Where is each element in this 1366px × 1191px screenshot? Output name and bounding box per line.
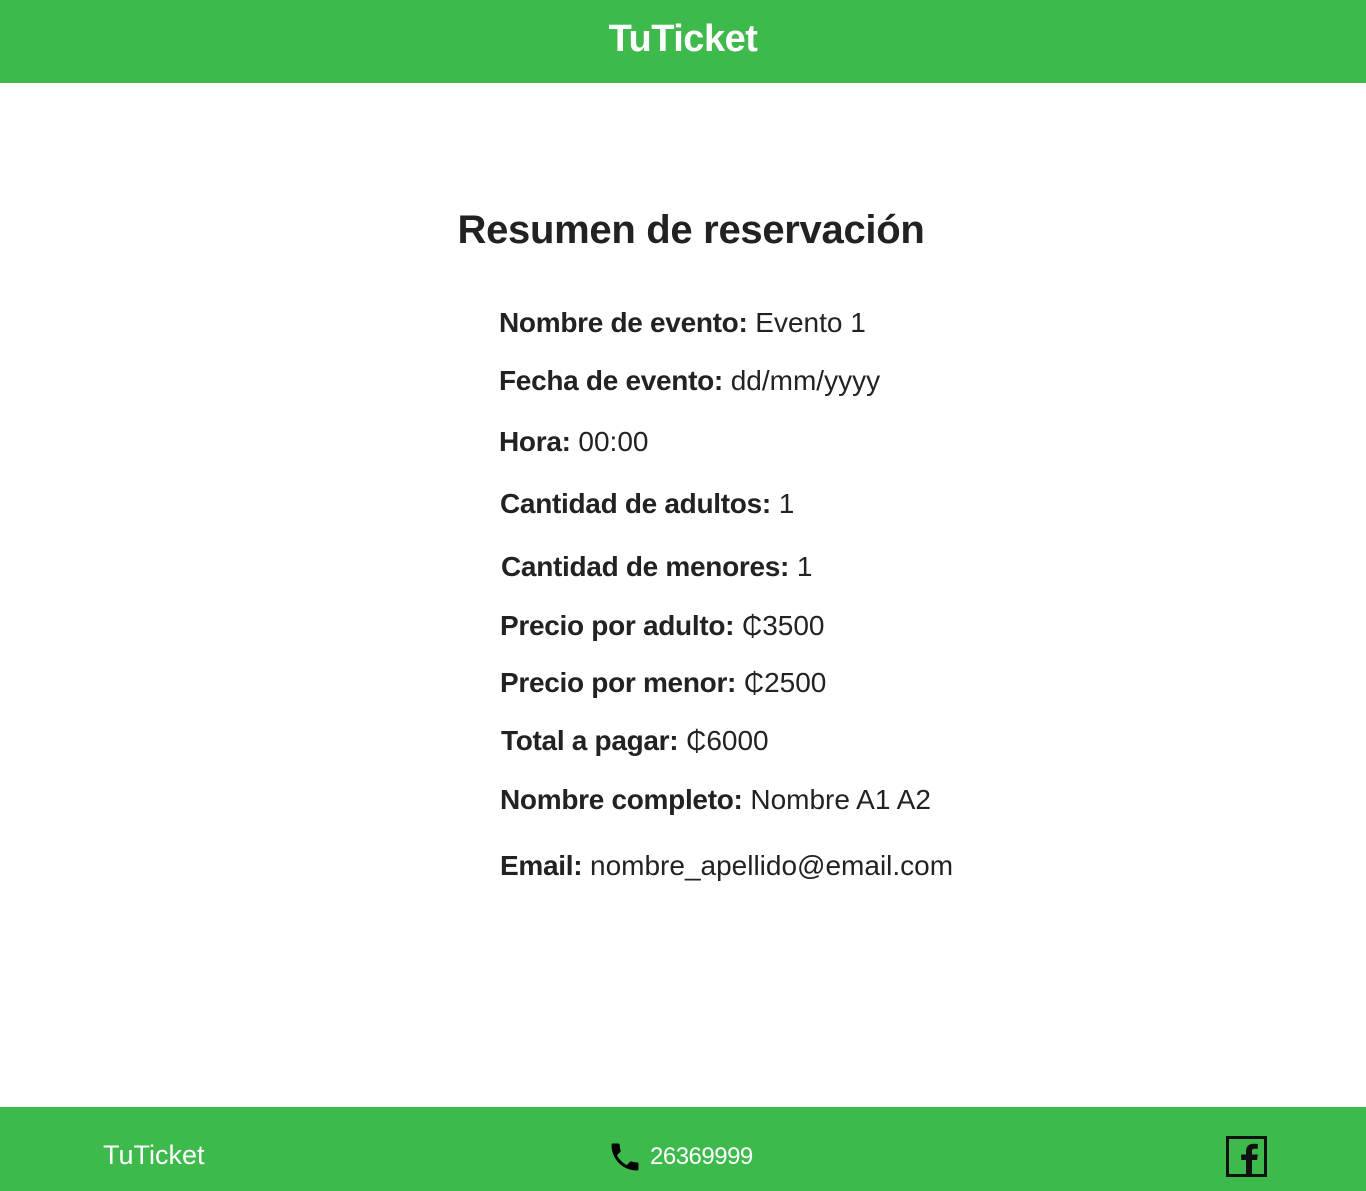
phone-number: 26369999 <box>650 1143 753 1170</box>
footer-brand: TuTicket <box>103 1140 205 1170</box>
summary-value: Nombre A1 A2 <box>750 784 931 815</box>
summary-row-full-name: Nombre completo: Nombre A1 A2 <box>500 783 931 817</box>
facebook-icon <box>1226 1136 1267 1177</box>
summary-row-adult-price: Precio por adulto: ₵3500 <box>500 609 824 643</box>
summary-row-minor-price: Precio por menor: ₵2500 <box>500 666 826 700</box>
facebook-link[interactable] <box>1226 1136 1267 1177</box>
summary-label: Nombre completo: <box>500 784 743 815</box>
summary-value: 1 <box>796 551 813 582</box>
summary-label: Nombre de evento: <box>499 307 748 338</box>
page-title: Resumen de reservación <box>457 208 925 252</box>
summary-label: Email: <box>500 850 583 881</box>
footer-phone: 26369999 <box>607 1139 753 1175</box>
summary-row-minors-count: Cantidad de menores: 1 <box>501 550 812 584</box>
summary-value: ₵6000 <box>686 725 769 756</box>
summary-value: nombre_apellido@email.com <box>590 850 954 881</box>
summary-label: Cantidad de menores: <box>501 551 790 582</box>
footer-bar: TuTicket 26369999 <box>0 1107 1366 1191</box>
summary-label: Total a pagar: <box>501 725 679 756</box>
summary-value: dd/mm/yyyy <box>730 365 881 396</box>
summary-label: Fecha de evento: <box>499 365 723 396</box>
summary-label: Precio por adulto: <box>500 610 735 641</box>
summary-row-event-date: Fecha de evento: dd/mm/yyyy <box>499 364 880 398</box>
summary-label: Cantidad de adultos: <box>500 488 771 519</box>
app-title: TuTicket <box>608 18 758 60</box>
summary-label: Hora: <box>499 426 571 457</box>
summary-row-total: Total a pagar: ₵6000 <box>501 724 769 758</box>
summary-row-email: Email: nombre_apellido@email.com <box>500 849 953 883</box>
summary-value: 00:00 <box>578 426 649 457</box>
summary-value: 1 <box>778 488 795 519</box>
summary-row-event-name: Nombre de evento: Evento 1 <box>499 306 866 340</box>
summary-label: Precio por menor: <box>500 667 737 698</box>
summary-row-time: Hora: 00:00 <box>499 425 648 459</box>
summary-value: ₵2500 <box>743 667 827 698</box>
summary-value: ₵3500 <box>741 610 825 641</box>
summary-value: Evento 1 <box>755 307 866 338</box>
header-bar: TuTicket <box>0 0 1366 83</box>
phone-icon <box>607 1139 643 1175</box>
summary-row-adults-count: Cantidad de adultos: 1 <box>500 487 794 521</box>
